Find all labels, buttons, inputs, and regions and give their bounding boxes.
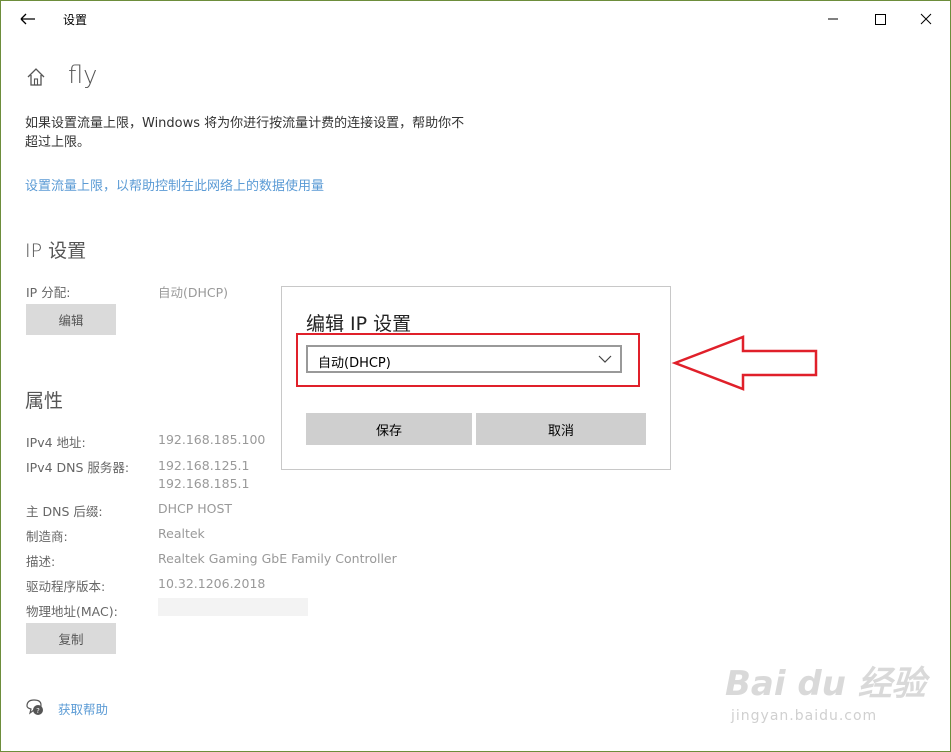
driver-version-value: 10.32.1206.2018 [158,576,266,591]
description-value: Realtek Gaming GbE Family Controller [158,551,397,566]
mac-address-value [158,598,308,616]
back-arrow-icon[interactable] [11,7,41,31]
driver-version-label: 驱动程序版本: [26,579,106,594]
watermark-url: jingyan.baidu.com [731,708,878,724]
save-button[interactable]: 保存 [306,413,472,445]
data-limit-link[interactable]: 设置流量上限，以帮助控制在此网络上的数据使用量 [25,175,324,194]
settings-window: 设置 fly 如果设置流量上限，Windows 将为你进行按流量计费的连接设置，… [0,0,951,752]
properties-heading: 属性 [25,390,64,412]
baidu-watermark: Bai du 经验 jingyan.baidu.com [725,656,945,736]
maximize-icon[interactable] [857,1,903,37]
mac-address-label: 物理地址(MAC): [26,604,118,619]
edit-button[interactable]: 编辑 [26,304,116,335]
close-icon[interactable] [903,1,949,37]
page-title: fly [68,61,98,89]
manufacturer-value: Realtek [158,526,205,541]
ipv4-dns-label: IPv4 DNS 服务器: [26,460,130,475]
minimize-icon[interactable] [810,1,856,37]
dialog-title: 编辑 IP 设置 [306,313,412,335]
cancel-button[interactable]: 取消 [476,413,646,445]
ipv4-dns-value-2: 192.168.185.1 [158,476,250,491]
ip-assignment-label: IP 分配: [26,285,71,300]
ip-assignment-value: 自动(DHCP) [158,285,229,300]
red-arrow-annotation [671,335,818,391]
manufacturer-label: 制造商: [26,529,68,544]
metered-description: 如果设置流量上限，Windows 将为你进行按流量计费的连接设置，帮助你不超过上… [25,116,465,150]
ipv4-dns-value-1: 192.168.125.1 [158,458,250,473]
highlight-box [296,333,640,387]
window-title: 设置 [63,13,88,27]
description-label: 描述: [26,554,56,569]
ip-settings-heading: IP 设置 [25,240,87,262]
ipv4-address-value: 192.168.185.100 [158,432,266,447]
svg-text:?: ? [36,707,40,715]
help-chat-icon: ? [26,699,43,715]
get-help-link[interactable]: 获取帮助 [58,699,108,718]
dns-suffix-label: 主 DNS 后缀: [26,504,103,519]
title-bar: 设置 [1,1,950,37]
watermark-logo-text: Bai du 经验 [725,664,926,704]
copy-button[interactable]: 复制 [26,623,116,654]
ipv4-address-label: IPv4 地址: [26,435,86,450]
dns-suffix-value: DHCP HOST [158,501,233,516]
home-icon[interactable] [25,66,47,88]
